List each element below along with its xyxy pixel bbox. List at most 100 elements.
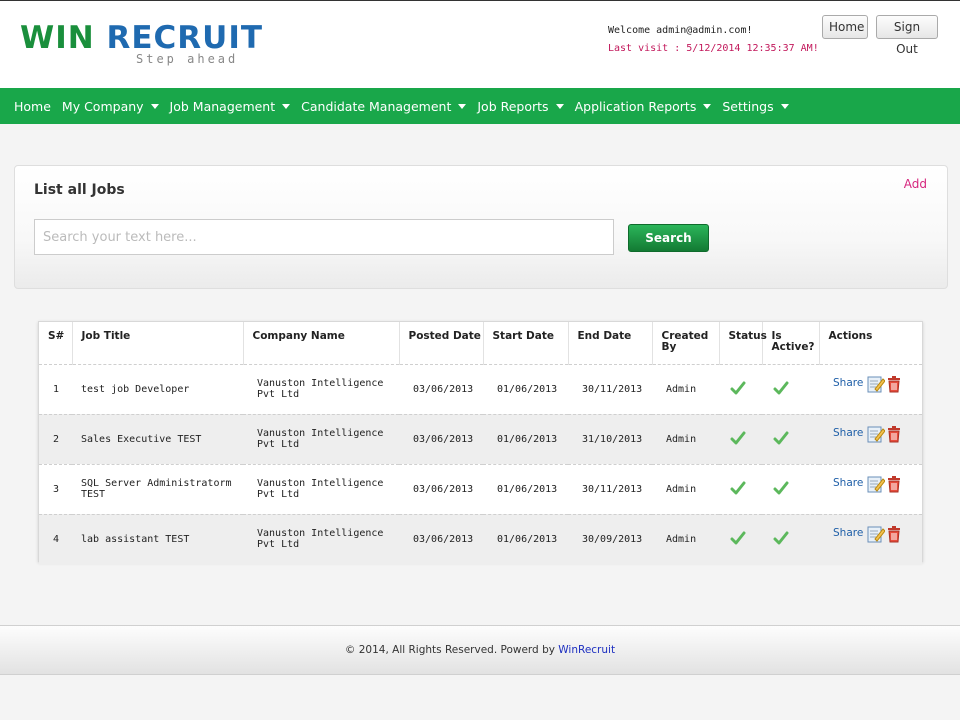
trash-icon[interactable]: [885, 375, 903, 393]
logo-win: WIN: [20, 20, 95, 56]
column-header-start-date[interactable]: Start Date: [483, 322, 569, 364]
logo-tagline: Step ahead: [136, 52, 239, 66]
caret-down-icon: [703, 103, 712, 109]
cell-company: Vanuston Intelligence Pvt Ltd: [243, 363, 399, 414]
cell-start-date: 01/06/2013: [483, 363, 568, 414]
cell-posted-date: 03/06/2013: [399, 413, 483, 464]
check-icon: [730, 431, 746, 449]
cell-job-title: test job Developer: [72, 363, 243, 414]
search-button[interactable]: Search: [628, 224, 709, 252]
logo-recruit: RECRUIT: [106, 20, 264, 56]
check-icon: [730, 381, 746, 399]
column-header-status[interactable]: Status: [719, 322, 767, 364]
column-header-is-active[interactable]: Is Active?: [762, 322, 820, 364]
footer-text: © 2014, All Rights Reserved. Powerd by: [344, 644, 559, 656]
cell-job-title: Sales Executive TEST: [72, 413, 243, 464]
cell-company: Vanuston Intelligence Pvt Ltd: [243, 513, 399, 564]
nav-label: Candidate Management: [301, 98, 452, 114]
cell-actions: Share: [819, 513, 922, 564]
cell-end-date: 30/11/2013: [568, 463, 652, 514]
cell-is-active: [762, 463, 819, 514]
caret-down-icon: [780, 103, 789, 109]
caret-down-icon: [150, 103, 159, 109]
nav-label: Job Management: [169, 98, 276, 114]
trash-icon[interactable]: [885, 525, 903, 543]
share-link[interactable]: Share: [833, 428, 863, 439]
share-link[interactable]: Share: [833, 478, 863, 489]
nav-label: Application Reports: [574, 98, 697, 114]
column-header-end-date[interactable]: End Date: [568, 322, 653, 364]
logo[interactable]: WIN RECRUIT Step ahead: [20, 21, 262, 71]
cell-job-title: lab assistant TEST: [72, 513, 243, 564]
logo-text: WIN RECRUIT: [20, 21, 263, 55]
share-link[interactable]: Share: [833, 378, 863, 389]
header: WIN RECRUIT Step ahead Welcome admin@adm…: [0, 0, 960, 88]
cell-is-active: [762, 413, 819, 464]
nav-label: Job Reports: [477, 98, 549, 114]
nav-label: Home: [14, 98, 51, 114]
column-header-created-by[interactable]: Created By: [652, 322, 720, 364]
cell-start-date: 01/06/2013: [483, 513, 568, 564]
nav-home[interactable]: Home: [14, 99, 51, 114]
column-header-sn[interactable]: S#: [39, 322, 73, 364]
cell-sn: 4: [39, 513, 72, 564]
cell-status: [719, 413, 762, 464]
cell-sn: 2: [39, 413, 72, 464]
column-header-job-title[interactable]: Job Title: [72, 322, 244, 364]
table-row[interactable]: 1 test job Developer Vanuston Intelligence…: [39, 363, 922, 414]
trash-icon[interactable]: [885, 425, 903, 443]
edit-icon[interactable]: [867, 375, 886, 393]
check-icon: [773, 431, 789, 449]
trash-icon[interactable]: [885, 475, 903, 493]
home-button[interactable]: Home: [822, 15, 868, 39]
nav-label: Settings: [722, 98, 774, 114]
nav-settings[interactable]: Settings: [722, 98, 789, 114]
cell-job-title: SQL Server Administratorm TEST: [72, 463, 243, 514]
cell-is-active: [762, 513, 819, 564]
add-link[interactable]: Add: [904, 177, 927, 191]
page-title: List all Jobs: [34, 182, 125, 198]
nav-job-reports[interactable]: Job Reports: [477, 98, 564, 114]
table-row[interactable]: 4 lab assistant TEST Vanuston Intelligence…: [39, 513, 922, 564]
cell-end-date: 31/10/2013: [568, 413, 652, 464]
nav-job-management[interactable]: Job Management: [170, 99, 291, 114]
cell-end-date: 30/09/2013: [568, 513, 652, 564]
caret-down-icon: [458, 103, 467, 109]
cell-sn: 1: [39, 363, 72, 414]
cell-created-by: Admin: [652, 363, 719, 414]
cell-actions: Share: [819, 413, 922, 464]
check-icon: [773, 381, 789, 399]
nav-candidate-management[interactable]: Candidate Management: [301, 98, 467, 114]
caret-down-icon: [282, 103, 291, 109]
table-row[interactable]: 3 SQL Server Administratorm TEST Vanuston …: [39, 463, 922, 514]
check-icon: [730, 531, 746, 549]
edit-icon[interactable]: [867, 475, 886, 493]
nav-my-company[interactable]: My Company: [62, 99, 159, 114]
cell-posted-date: 03/06/2013: [399, 513, 483, 564]
cell-sn: 3: [39, 463, 72, 514]
cell-company: Vanuston Intelligence Pvt Ltd: [243, 463, 399, 514]
cell-status: [719, 463, 762, 514]
table-row[interactable]: 2 Sales Executive TEST Vanuston Intelligen…: [39, 413, 922, 464]
edit-icon[interactable]: [867, 525, 886, 543]
edit-icon[interactable]: [867, 425, 886, 443]
cell-start-date: 01/06/2013: [483, 463, 568, 514]
cell-posted-date: 03/06/2013: [399, 363, 483, 414]
jobs-table-grid: S# Job Title Company Name Posted Date St…: [39, 322, 922, 564]
share-link[interactable]: Share: [833, 528, 863, 539]
sign-out-button[interactable]: Sign Out: [876, 15, 938, 56]
footer: © 2014, All Rights Reserved. Powerd by W…: [0, 625, 960, 675]
jobs-table: S# Job Title Company Name Posted Date St…: [38, 321, 923, 564]
cell-created-by: Admin: [652, 413, 719, 464]
column-header-posted-date[interactable]: Posted Date: [399, 322, 484, 364]
nav-application-reports[interactable]: Application Reports: [575, 99, 712, 114]
cell-end-date: 30/11/2013: [568, 363, 652, 414]
cell-posted-date: 03/06/2013: [399, 463, 483, 514]
footer-brand-link[interactable]: WinRecruit: [558, 644, 615, 656]
cell-created-by: Admin: [652, 463, 719, 514]
search-input[interactable]: [34, 219, 614, 255]
cell-status: [719, 513, 762, 564]
column-header-company-name[interactable]: Company Name: [243, 322, 400, 364]
check-icon: [773, 481, 789, 499]
cell-company: Vanuston Intelligence Pvt Ltd: [243, 413, 399, 464]
